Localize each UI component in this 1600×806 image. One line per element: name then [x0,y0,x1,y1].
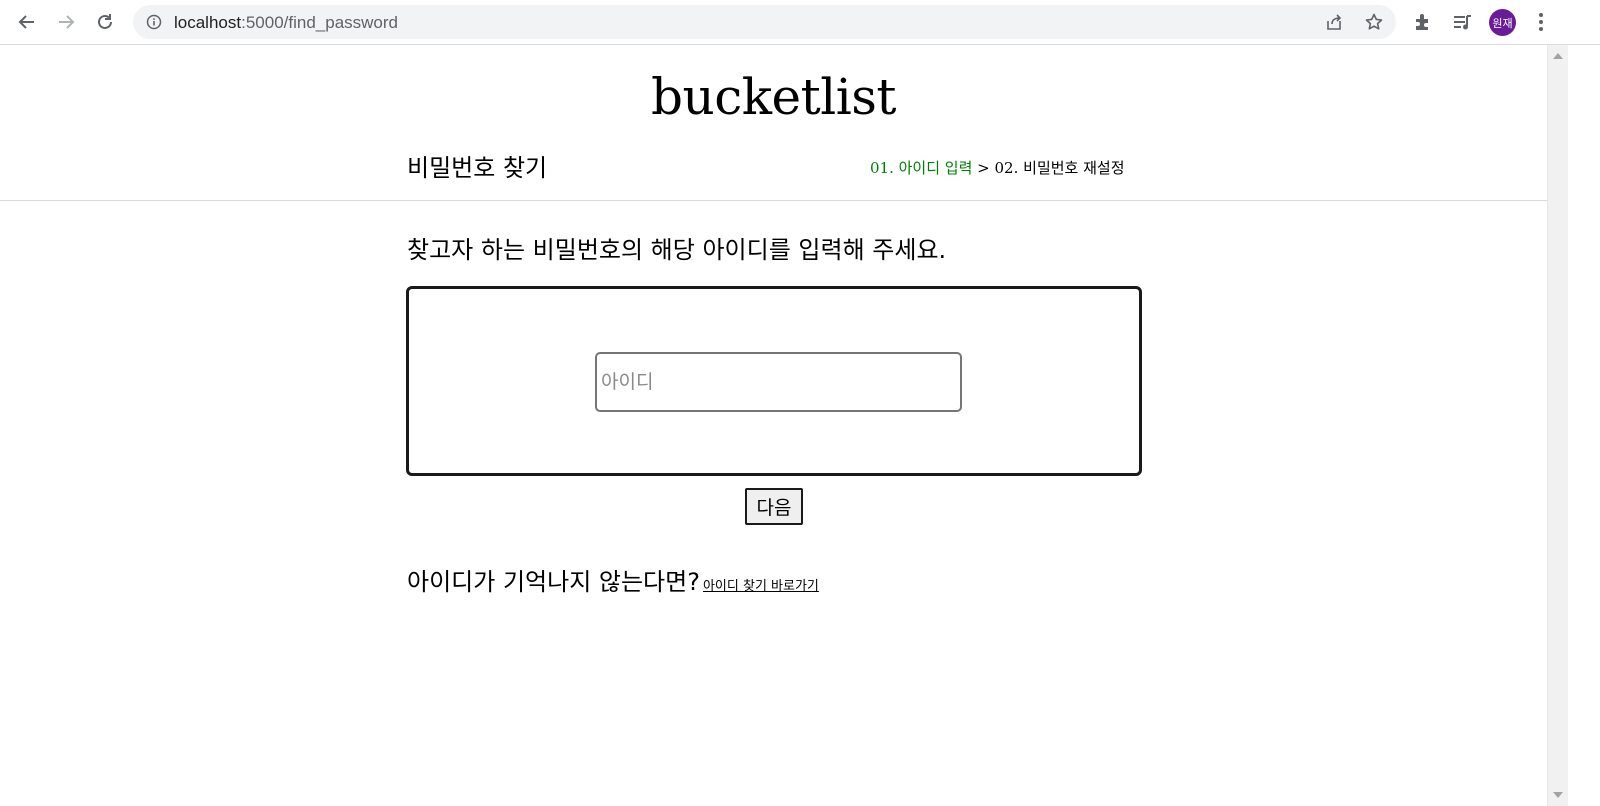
url-text[interactable]: localhost:5000/find_password [174,13,398,33]
reload-icon [98,14,112,29]
more-menu-icon[interactable] [1529,10,1553,34]
next-button[interactable]: 다음 [745,488,803,525]
find-id-link[interactable]: 아이디 찾기 바로가기 [703,579,819,594]
forward-arrow-icon [59,15,75,29]
scroll-up-arrow-icon[interactable] [1553,53,1563,59]
share-icon[interactable] [1324,12,1344,32]
help-text: 아이디가 기억나지 않는다면? [407,568,700,596]
address-bar[interactable]: localhost:5000/find_password [133,5,1396,39]
find-id-help: 아이디가 기억나지 않는다면? 아이디 찾기 바로가기 [407,562,819,597]
step-next: 02. 비밀번호 재설정 [994,159,1125,177]
bookmark-star-icon[interactable] [1364,12,1384,32]
url-host: localhost [174,13,242,32]
page-heading: 비밀번호 찾기 [407,154,548,182]
step-separator: > [972,159,995,177]
reload-button[interactable] [90,7,120,37]
scroll-down-arrow-icon[interactable] [1553,792,1563,798]
step-breadcrumb: 01. 아이디 입력 > 02. 비밀번호 재설정 [870,157,1125,178]
step-active: 01. 아이디 입력 [870,159,973,177]
back-arrow-icon [18,15,34,29]
instruction-text: 찾고자 하는 비밀번호의 해당 아이디를 입력해 주세요. [407,236,947,264]
site-info-icon[interactable] [145,13,163,31]
page-scrollbar[interactable] [1547,45,1568,806]
back-button[interactable] [12,7,42,37]
profile-avatar[interactable]: 원재 [1489,9,1516,36]
id-input[interactable] [595,352,962,412]
site-title[interactable]: bucketlist [0,68,1547,126]
media-queue-icon[interactable] [1450,10,1474,34]
forward-button[interactable] [51,7,81,37]
url-path: :5000/find_password [241,13,398,32]
extensions-puzzle-icon[interactable] [1411,10,1435,34]
header-divider [0,200,1547,201]
browser-toolbar: localhost:5000/find_password 원재 [0,0,1600,45]
id-form-box [406,286,1142,476]
